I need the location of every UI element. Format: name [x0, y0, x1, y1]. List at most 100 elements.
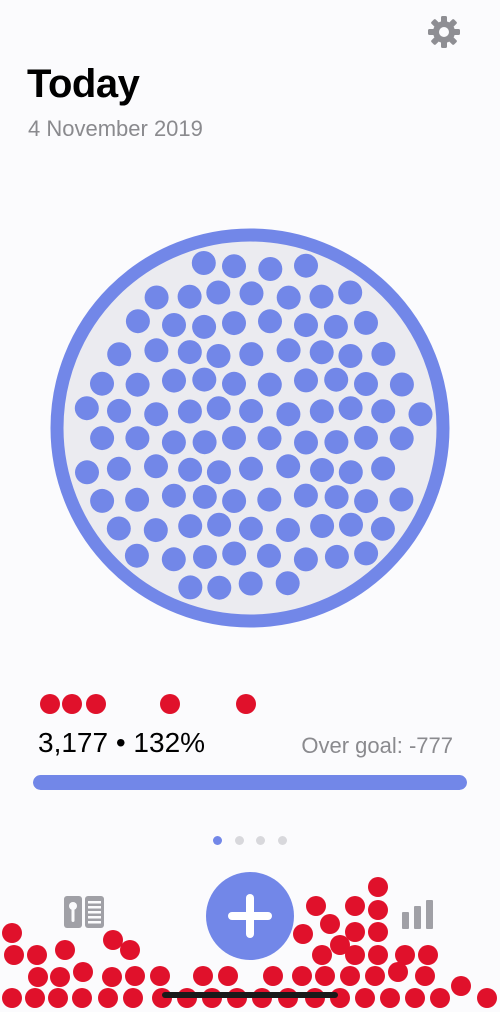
gear-icon[interactable]: [426, 14, 462, 50]
jar-ball: [354, 372, 378, 396]
bar-chart-icon[interactable]: [400, 898, 436, 930]
jar-ball: [408, 402, 433, 427]
overflow-dot: [388, 962, 408, 982]
jar-ball: [293, 547, 318, 572]
page-dot-3[interactable]: [256, 836, 265, 845]
jar-ball: [192, 484, 217, 509]
jar-ball: [389, 426, 414, 451]
progress-text: 3,177 • 132%: [38, 727, 206, 758]
overflow-dot: [355, 988, 375, 1008]
overflow-dot: [86, 694, 106, 714]
jar-ball: [276, 338, 301, 363]
jar-ball: [222, 426, 246, 450]
jar-ball: [222, 311, 246, 336]
overflow-dot: [227, 988, 247, 1008]
home-indicator[interactable]: [162, 992, 338, 998]
overflow-dot: [330, 988, 350, 1008]
jar-ball: [309, 340, 334, 365]
jar-ball: [106, 456, 131, 481]
jar-ball: [258, 257, 283, 281]
jar-ball: [276, 518, 300, 542]
jar-ball: [276, 402, 301, 427]
overflow-dot: [312, 945, 332, 965]
overflow-dot: [415, 966, 435, 986]
jar-ball: [207, 575, 232, 600]
jar-ball: [143, 518, 168, 543]
add-button[interactable]: [206, 872, 294, 960]
jar-ball: [206, 344, 231, 368]
jar-ball: [162, 368, 186, 393]
page-dot-4[interactable]: [278, 836, 287, 845]
jar-ball: [125, 426, 150, 451]
overflow-dot: [25, 988, 45, 1008]
overflow-dot: [368, 900, 388, 920]
jar-ball: [222, 371, 246, 396]
jar-ball: [324, 544, 349, 569]
overflow-dot: [28, 967, 48, 987]
jar-ball: [324, 485, 349, 510]
overflow-dot: [62, 694, 82, 714]
page-dot-1[interactable]: [213, 836, 222, 845]
overflow-dot: [368, 922, 388, 942]
overflow-dot: [98, 988, 118, 1008]
jar-ball: [293, 483, 318, 508]
jar-ball: [323, 314, 348, 339]
jar-ball: [177, 340, 202, 365]
overflow-dot: [177, 988, 197, 1008]
overflow-dot: [315, 966, 335, 986]
jar-ball: [74, 396, 99, 421]
date-label: 4 November 2019: [28, 116, 203, 141]
overflow-dot: [48, 988, 68, 1008]
jar-ball: [222, 254, 246, 279]
jar-ball: [178, 514, 203, 539]
jar-ball: [144, 338, 169, 363]
overflow-dot: [125, 966, 145, 986]
plus-icon: [228, 894, 272, 938]
jar-ball: [294, 313, 318, 338]
over-goal-label: Over goal: -777: [301, 733, 453, 758]
jar-ball: [161, 483, 186, 508]
overflow-dot: [103, 930, 123, 950]
progress-fill: [33, 775, 467, 790]
jar-ball: [207, 512, 232, 537]
overflow-dot: [40, 694, 60, 714]
overflow-dots: [40, 694, 256, 714]
overflow-dot: [152, 988, 172, 1008]
jar-ball: [206, 396, 231, 421]
overflow-dot: [368, 877, 388, 897]
page-indicator[interactable]: [0, 836, 500, 850]
jar-ball: [354, 489, 379, 514]
overflow-dot: [2, 923, 22, 943]
jar-ball: [177, 399, 202, 424]
jar-ball: [192, 367, 217, 392]
jar-ball: [294, 368, 318, 393]
overflow-dot: [4, 945, 24, 965]
overflow-dot: [405, 988, 425, 1008]
jar-ball: [125, 309, 150, 334]
jar-ball: [178, 457, 203, 482]
jar-ball: [294, 430, 318, 455]
jar-ball: [193, 545, 217, 569]
progress-bar: [33, 775, 467, 790]
jar-ball: [257, 426, 282, 451]
jar-ball: [192, 430, 217, 455]
overflow-dot: [345, 896, 365, 916]
jar-ball: [354, 425, 378, 450]
jar-ball: [75, 460, 99, 485]
overflow-dot: [55, 940, 75, 960]
jar-ball: [106, 516, 131, 541]
jar-ball: [294, 253, 318, 278]
jar-ball: [258, 309, 282, 334]
jar-ball: [257, 487, 282, 512]
jar-ball: [324, 367, 349, 392]
overflow-dot: [365, 966, 385, 986]
overflow-dot: [320, 914, 340, 934]
jar-ball: [161, 430, 186, 455]
jar-ball: [257, 543, 281, 568]
page-title: Today: [27, 62, 140, 106]
diary-icon[interactable]: [63, 895, 105, 929]
overflow-dot: [340, 966, 360, 986]
jar-ball: [389, 372, 414, 397]
overflow-dot: [305, 988, 325, 1008]
page-dot-2[interactable]: [235, 836, 244, 845]
